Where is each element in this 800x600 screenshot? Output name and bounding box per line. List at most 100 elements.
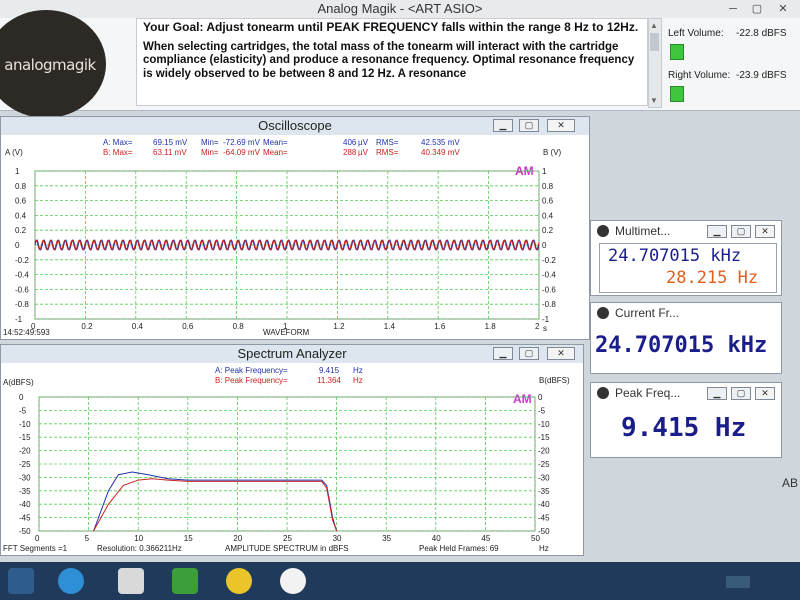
y2-tick-label: -5 [538, 406, 546, 415]
goal-heading: Your Goal: Adjust tonearm until PEAK FRE… [143, 20, 639, 34]
y-tick-label: 0.8 [15, 182, 27, 191]
multimeter-close-button[interactable]: ✕ [755, 225, 775, 238]
peak-frequency-title: Peak Freq... [615, 386, 681, 400]
spectrum-close-button[interactable]: ✕ [547, 347, 575, 360]
y-tick-label: -0.4 [15, 271, 29, 280]
osc-stat-b-mean: 288 [343, 148, 357, 157]
x-tick-label: 30 [333, 534, 342, 543]
x-tick-label: 0.6 [182, 322, 194, 331]
y2-tick-label: 0 [538, 393, 543, 402]
osc-stat-a-max: 69.15 mV [153, 138, 188, 147]
maximize-button[interactable]: ▢ [746, 2, 768, 16]
y2-tick-label: -40 [538, 500, 550, 509]
multimeter-icon [597, 225, 609, 237]
y-tick-label: -0.2 [15, 256, 29, 265]
y2-tick-label: 1 [542, 167, 547, 176]
scroll-up-icon[interactable]: ▲ [650, 21, 658, 30]
peak-frequency-panel: Peak Freq... ▁ ▢ ✕ 9.415 Hz [590, 382, 782, 458]
right-volume-label: Right Volume: [668, 70, 731, 81]
osc-x-unit: s [543, 324, 547, 333]
chrome-icon[interactable] [226, 568, 252, 594]
x-tick-label: 15 [184, 534, 193, 543]
peak-frequency-maximize-button[interactable]: ▢ [731, 387, 751, 400]
osc-stat-a-min: -72.69 mV [223, 138, 261, 147]
y2-tick-label: -15 [538, 433, 550, 442]
y2-tick-label: 0.4 [542, 211, 554, 220]
y-tick-label: -40 [19, 500, 31, 509]
spectrum-plot: A: Peak Frequency= 9.415 Hz B: Peak Freq… [1, 363, 583, 555]
peak-frequency-close-button[interactable]: ✕ [755, 387, 775, 400]
peak-frequency-minimize-button[interactable]: ▁ [707, 387, 727, 400]
spectrum-maximize-button[interactable]: ▢ [519, 347, 539, 360]
y-tick-label: -30 [19, 473, 31, 482]
spec-peak-b-label: B: Peak Frequency= [215, 376, 288, 385]
scroll-down-icon[interactable]: ▼ [650, 96, 658, 105]
left-volume-value: -22.8 dBFS [736, 28, 787, 39]
y-tick-label: -1 [15, 315, 23, 324]
osc-stat-b-rms-label: RMS= [376, 148, 399, 157]
y2-tick-label: -10 [538, 420, 550, 429]
scroll-thumb[interactable] [650, 33, 659, 51]
browser-ie-icon[interactable] [58, 568, 84, 594]
y-tick-label: -5 [19, 406, 27, 415]
y-tick-label: 0.2 [15, 226, 27, 235]
y-tick-label: -50 [19, 527, 31, 536]
spec-right-axis-label: B(dBFS) [539, 376, 570, 385]
spec-fft-segments: FFT Segments =1 [3, 544, 68, 553]
osc-x-label: WAVEFORM [263, 328, 310, 337]
osc-stat-b-rms: 40.349 mV [421, 148, 460, 157]
oscilloscope-minimize-button[interactable]: ▁ [493, 119, 513, 132]
multimeter-value-1: 24.707015 kHz [608, 246, 742, 266]
y-tick-label: -15 [19, 433, 31, 442]
y2-tick-label: -50 [538, 527, 550, 536]
y2-tick-label: -1 [542, 315, 550, 324]
osc-stat-b-max: 63.11 mV [153, 148, 187, 157]
osc-stat-b-unit: µV [358, 148, 369, 157]
x-tick-label: 1.8 [485, 322, 497, 331]
y2-tick-label: 0.8 [542, 182, 554, 191]
x-tick-label: 1.4 [384, 322, 396, 331]
current-frequency-icon [597, 307, 609, 319]
y-tick-label: -45 [19, 514, 31, 523]
multimeter-value-2: 28.215 Hz [666, 268, 759, 288]
osc-stat-a-rms: 42.535 mV [421, 138, 460, 147]
multimeter-maximize-button[interactable]: ▢ [731, 225, 751, 238]
current-frequency-panel: Current Fr... 24.707015 kHz [590, 302, 782, 374]
spectrum-minimize-button[interactable]: ▁ [493, 347, 513, 360]
start-icon[interactable] [8, 568, 34, 594]
oscilloscope-close-button[interactable]: ✕ [547, 119, 575, 132]
goal-text-box: Your Goal: Adjust tonearm until PEAK FRE… [136, 18, 648, 106]
goal-scrollbar[interactable]: ▲ ▼ [648, 18, 662, 108]
spec-x-unit: Hz [539, 544, 549, 553]
header: analogmagik Your Goal: Adjust tonearm un… [0, 10, 800, 118]
multimeter-minimize-button[interactable]: ▁ [707, 225, 727, 238]
multimeter-panel: Multimet... ▁ ▢ ✕ 24.707015 kHz 28.215 H… [590, 220, 782, 296]
y2-tick-label: -0.2 [542, 256, 556, 265]
y-tick-label: -0.8 [15, 300, 29, 309]
x-tick-label: 0.2 [81, 322, 93, 331]
spec-peak-a-label: A: Peak Frequency= [215, 366, 288, 375]
x-tick-label: 0.8 [233, 322, 245, 331]
y2-tick-label: -35 [538, 487, 550, 496]
y2-tick-label: -0.8 [542, 300, 556, 309]
oscilloscope-maximize-button[interactable]: ▢ [519, 119, 539, 132]
close-button[interactable]: ✕ [772, 2, 794, 16]
edge-clipped-text: AB [782, 476, 799, 490]
y2-tick-label: 0 [542, 241, 547, 250]
store-icon[interactable] [172, 568, 198, 594]
y-tick-label: -20 [19, 447, 31, 456]
osc-stat-b-mean-label: Mean= [263, 148, 288, 157]
logo-text: analogmagik [4, 56, 96, 74]
analog-magik-taskbar-icon[interactable] [280, 568, 306, 594]
tray-icon[interactable] [726, 576, 750, 588]
osc-left-axis-label: A (V) [5, 148, 23, 157]
y2-tick-label: 0.2 [542, 226, 554, 235]
file-explorer-icon[interactable] [118, 568, 144, 594]
spectrum-window: Spectrum Analyzer ▁ ▢ ✕ A: Peak Frequenc… [0, 344, 584, 556]
app-title: Analog Magik - <ART ASIO> [317, 1, 483, 16]
spec-peak-a-value: 9.415 [319, 366, 340, 375]
y-tick-label: -0.6 [15, 285, 29, 294]
x-tick-label: 40 [432, 534, 441, 543]
spec-footer-label: AMPLITUDE SPECTRUM in dBFS [225, 544, 349, 553]
minimize-button[interactable]: ─ [722, 2, 744, 16]
